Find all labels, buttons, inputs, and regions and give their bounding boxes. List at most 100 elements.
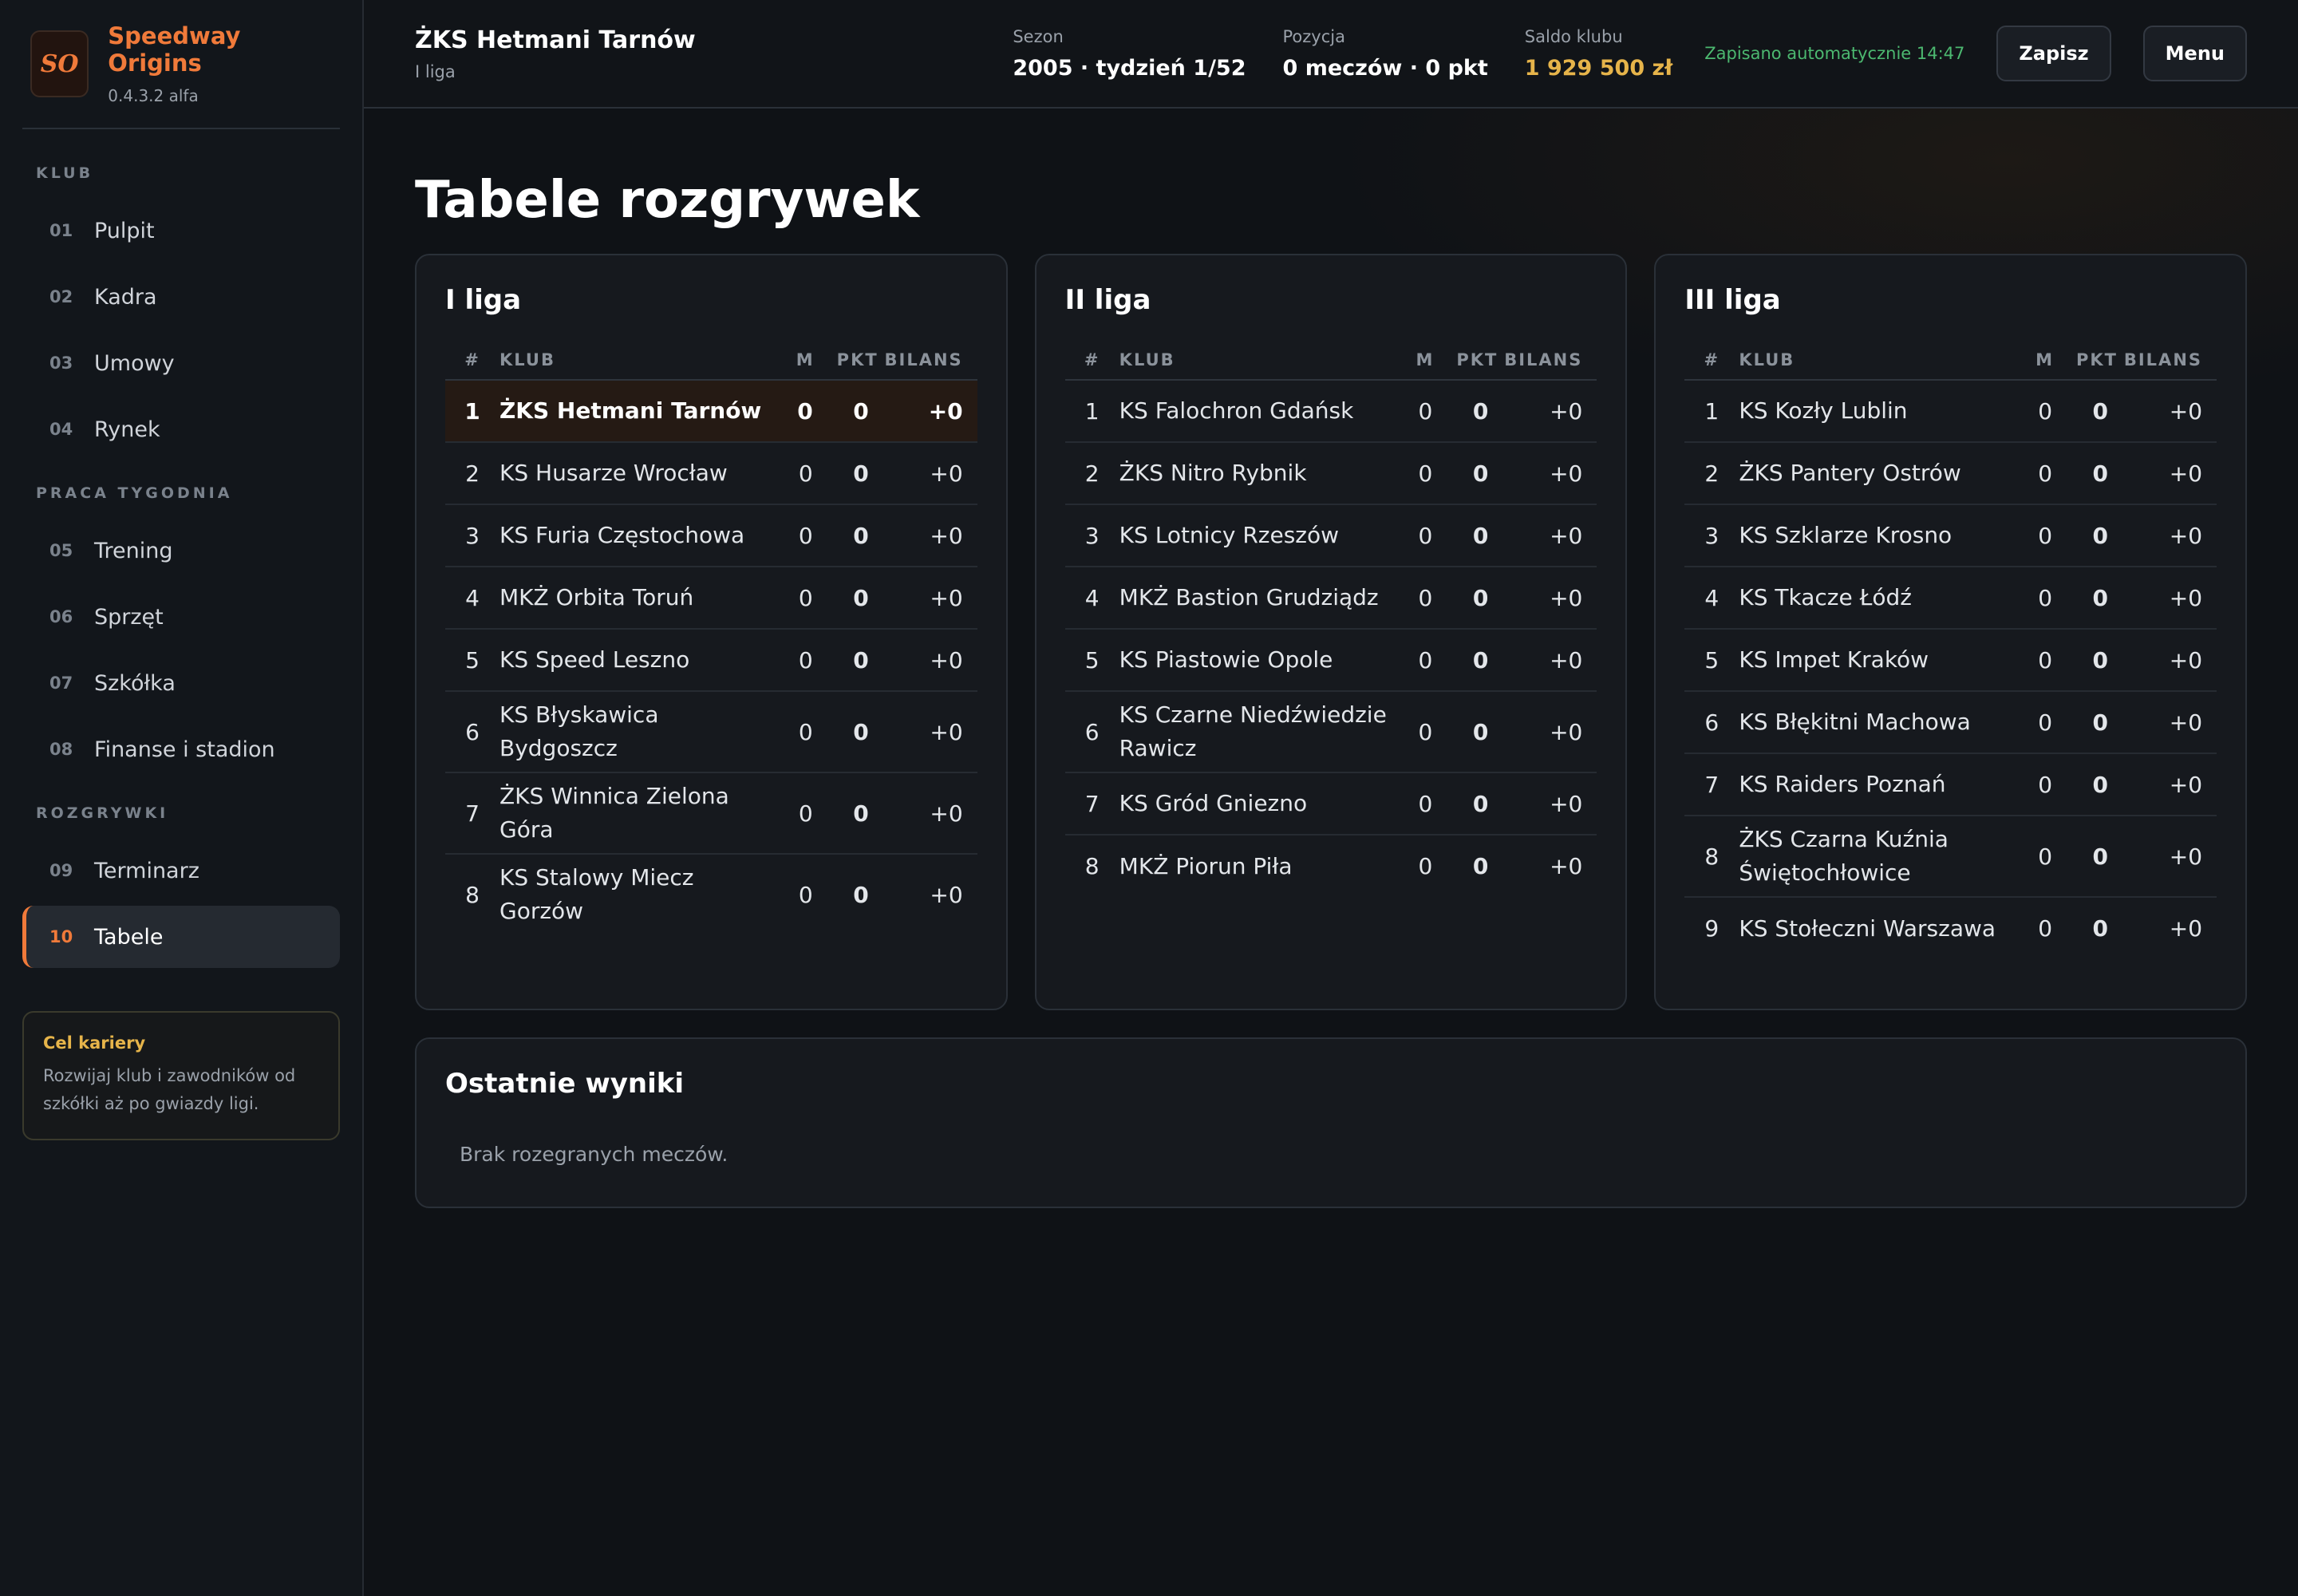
save-button[interactable]: Zapisz [1996, 26, 2111, 81]
table-row[interactable]: 4 MKŻ Bastion Grudziądz 0 0 +0 [1064, 567, 1597, 630]
cell-bilans: +0 [2118, 691, 2217, 754]
cell-m: 0 [2009, 691, 2055, 754]
cell-m: 0 [2009, 567, 2055, 630]
main-area: ŻKS Hetmani Tarnów I liga Sezon 2005 · t… [364, 0, 2298, 1596]
league-tables: I liga # KLUB M PKT BILANS 1 ŻKS Hetmani Tarnów… [415, 254, 2248, 1010]
career-goal-box: Cel kariery Rozwijaj klub i zawodników o… [22, 1011, 340, 1140]
cell-m: 0 [2009, 442, 2055, 505]
cell-bilans: +0 [878, 772, 977, 855]
table-row[interactable]: 2 ŻKS Pantery Ostrów 0 0 +0 [1684, 442, 2217, 505]
sidebar-item-umowy[interactable]: 03 Umowy [22, 332, 340, 394]
menu-button[interactable]: Menu [2142, 26, 2247, 81]
sidebar-item-number: 09 [49, 861, 73, 880]
table-row[interactable]: 5 KS Speed Leszno 0 0 +0 [445, 629, 977, 692]
sidebar-item-number: 08 [49, 740, 73, 759]
cell-m: 0 [769, 772, 815, 855]
table-body: 1 ŻKS Hetmani Tarnów 0 0 +0 2 KS Husarze Wrocł… [445, 380, 977, 934]
sidebar-item-szkółka[interactable]: 07 Szkółka [22, 652, 340, 714]
cell-bilans: +0 [878, 567, 977, 630]
column-header-pos: # [1684, 340, 1739, 381]
cell-pkt: 0 [2054, 567, 2118, 630]
table-row[interactable]: 3 KS Lotnicy Rzeszów 0 0 +0 [1064, 504, 1597, 567]
cell-pos: 7 [1684, 753, 1739, 816]
cell-pkt: 0 [2054, 442, 2118, 505]
cell-pos: 2 [1064, 442, 1119, 505]
table-row[interactable]: 5 KS Impet Kraków 0 0 +0 [1684, 629, 2217, 692]
sidebar-item-sprzęt[interactable]: 06 Sprzęt [22, 586, 340, 648]
cell-m: 0 [2038, 915, 2053, 942]
column-header-bilans: BILANS [2118, 340, 2217, 381]
sidebar-item-terminarz[interactable]: 09 Terminarz [22, 839, 340, 902]
cell-bilans: +0 [930, 881, 963, 908]
table-row[interactable]: 6 KS Błękitni Machowa 0 0 +0 [1684, 691, 2217, 754]
balance-value: 1 929 500 zł [1524, 55, 1673, 81]
sidebar-item-finanse-i-stadion[interactable]: 08 Finanse i stadion [22, 718, 340, 780]
column-header-pkt: PKT [1434, 340, 1498, 381]
table-head: # KLUB M PKT BILANS [1064, 340, 1597, 381]
cell-m: 0 [1389, 772, 1435, 836]
sidebar-item-number: 07 [49, 674, 73, 693]
cell-m: 0 [1389, 629, 1435, 692]
cell-bilans: +0 [878, 691, 977, 773]
table-row[interactable]: 5 KS Piastowie Opole 0 0 +0 [1064, 629, 1597, 692]
column-header-m: M [769, 340, 815, 381]
cell-club: ŻKS Hetmani Tarnów [499, 380, 770, 443]
cell-pkt: 0 [1434, 629, 1498, 692]
app-window: SO Speedway Origins 0.4.3.2 alfa KLUB 01 P… [0, 0, 2298, 1596]
cell-bilans: +0 [878, 442, 977, 505]
cell-club: KS Falochron Gdańsk [1119, 380, 1390, 443]
cell-pos: 1 [1684, 380, 1739, 443]
sidebar-item-label: Pulpit [94, 218, 155, 243]
table-row[interactable]: 1 ŻKS Hetmani Tarnów 0 0 +0 [445, 380, 977, 443]
sidebar-item-pulpit[interactable]: 01 Pulpit [22, 200, 340, 262]
table-row[interactable]: 4 MKŻ Orbita Toruń 0 0 +0 [445, 567, 977, 630]
cell-pkt: 0 [2054, 816, 2118, 898]
table-row[interactable]: 7 KS Raiders Poznań 0 0 +0 [1684, 753, 2217, 816]
table-row[interactable]: 3 KS Furia Częstochowa 0 0 +0 [445, 504, 977, 567]
cell-bilans: +0 [2118, 567, 2217, 630]
column-header-pkt: PKT [2054, 340, 2118, 381]
sidebar-item-label: Finanse i stadion [94, 737, 275, 762]
league-panel: I liga # KLUB M PKT BILANS 1 ŻKS Hetmani Tarnów… [415, 254, 1008, 1010]
table-head: # KLUB M PKT BILANS [1684, 340, 2217, 381]
cell-pos: 7 [445, 772, 499, 855]
cell-bilans: +0 [878, 380, 977, 443]
table-row[interactable]: 8 MKŻ Piorun Piła 0 0 +0 [1065, 835, 1597, 897]
cell-pos: 8 [1084, 853, 1100, 879]
table-row[interactable]: 7 KS Gród Gniezno 0 0 +0 [1064, 772, 1597, 836]
table-row[interactable]: 2 KS Husarze Wrocław 0 0 +0 [445, 442, 977, 505]
content: Tabele rozgrywek I liga # KLUB M PKT BILANS 1 Ż… [364, 109, 2298, 1208]
brand-text: Speedway Origins 0.4.3.2 alfa [108, 22, 340, 105]
nav-group-label: ROZGRYWKI [36, 804, 169, 822]
sidebar-item-rynek[interactable]: 04 Rynek [22, 398, 340, 460]
sidebar-item-label: Terminarz [94, 858, 199, 883]
table-row[interactable]: 9 KS Stołeczni Warszawa 0 0 +0 [1684, 897, 2217, 959]
sidebar-item-tabele[interactable]: 10 Tabele [22, 906, 340, 968]
table-head: # KLUB M PKT BILANS [445, 340, 977, 381]
table-row[interactable]: 6 KS Błyskawica Bydgoszcz 0 0 +0 [445, 691, 977, 773]
table-row[interactable]: 1 KS Falochron Gdańsk 0 0 +0 [1064, 380, 1597, 443]
club-league: I liga [415, 61, 456, 81]
cell-m: 0 [2009, 504, 2055, 567]
cell-club: KS Piastowie Opole [1119, 629, 1390, 692]
table-row[interactable]: 8 ŻKS Czarna Kuźnia Świętochłowice 0 0 +0 [1684, 816, 2217, 898]
league-panel: II liga # KLUB M PKT BILANS 1 KS Falochron Gdań… [1034, 254, 1628, 1010]
cell-bilans: +0 [1550, 853, 1583, 879]
column-header-club: KLUB [499, 340, 770, 381]
table-row[interactable]: 2 ŻKS Nitro Rybnik 0 0 +0 [1064, 442, 1597, 505]
cell-club: KS Błyskawica Bydgoszcz [499, 691, 770, 773]
sidebar-item-trening[interactable]: 05 Trening [22, 519, 340, 582]
cell-bilans: +0 [1498, 504, 1597, 567]
table-row[interactable]: 8 KS Stalowy Miecz Gorzów 0 0 +0 [445, 854, 977, 934]
sidebar-item-kadra[interactable]: 02 Kadra [22, 266, 340, 328]
brand[interactable]: SO Speedway Origins 0.4.3.2 alfa [22, 0, 340, 129]
cell-pkt: 0 [853, 881, 869, 908]
table-row[interactable]: 7 ŻKS Winnica Zielona Góra 0 0 +0 [445, 772, 977, 855]
cell-bilans: +0 [1498, 380, 1597, 443]
table-row[interactable]: 6 KS Czarne Niedźwiedzie Rawicz 0 0 +0 [1064, 691, 1597, 773]
table-row[interactable]: 1 KS Kozły Lublin 0 0 +0 [1684, 380, 2217, 443]
column-header-club: KLUB [1739, 340, 2010, 381]
cell-club: MKŻ Bastion Grudziądz [1119, 567, 1390, 630]
table-row[interactable]: 4 KS Tkacze Łódź 0 0 +0 [1684, 567, 2217, 630]
table-row[interactable]: 3 KS Szklarze Krosno 0 0 +0 [1684, 504, 2217, 567]
